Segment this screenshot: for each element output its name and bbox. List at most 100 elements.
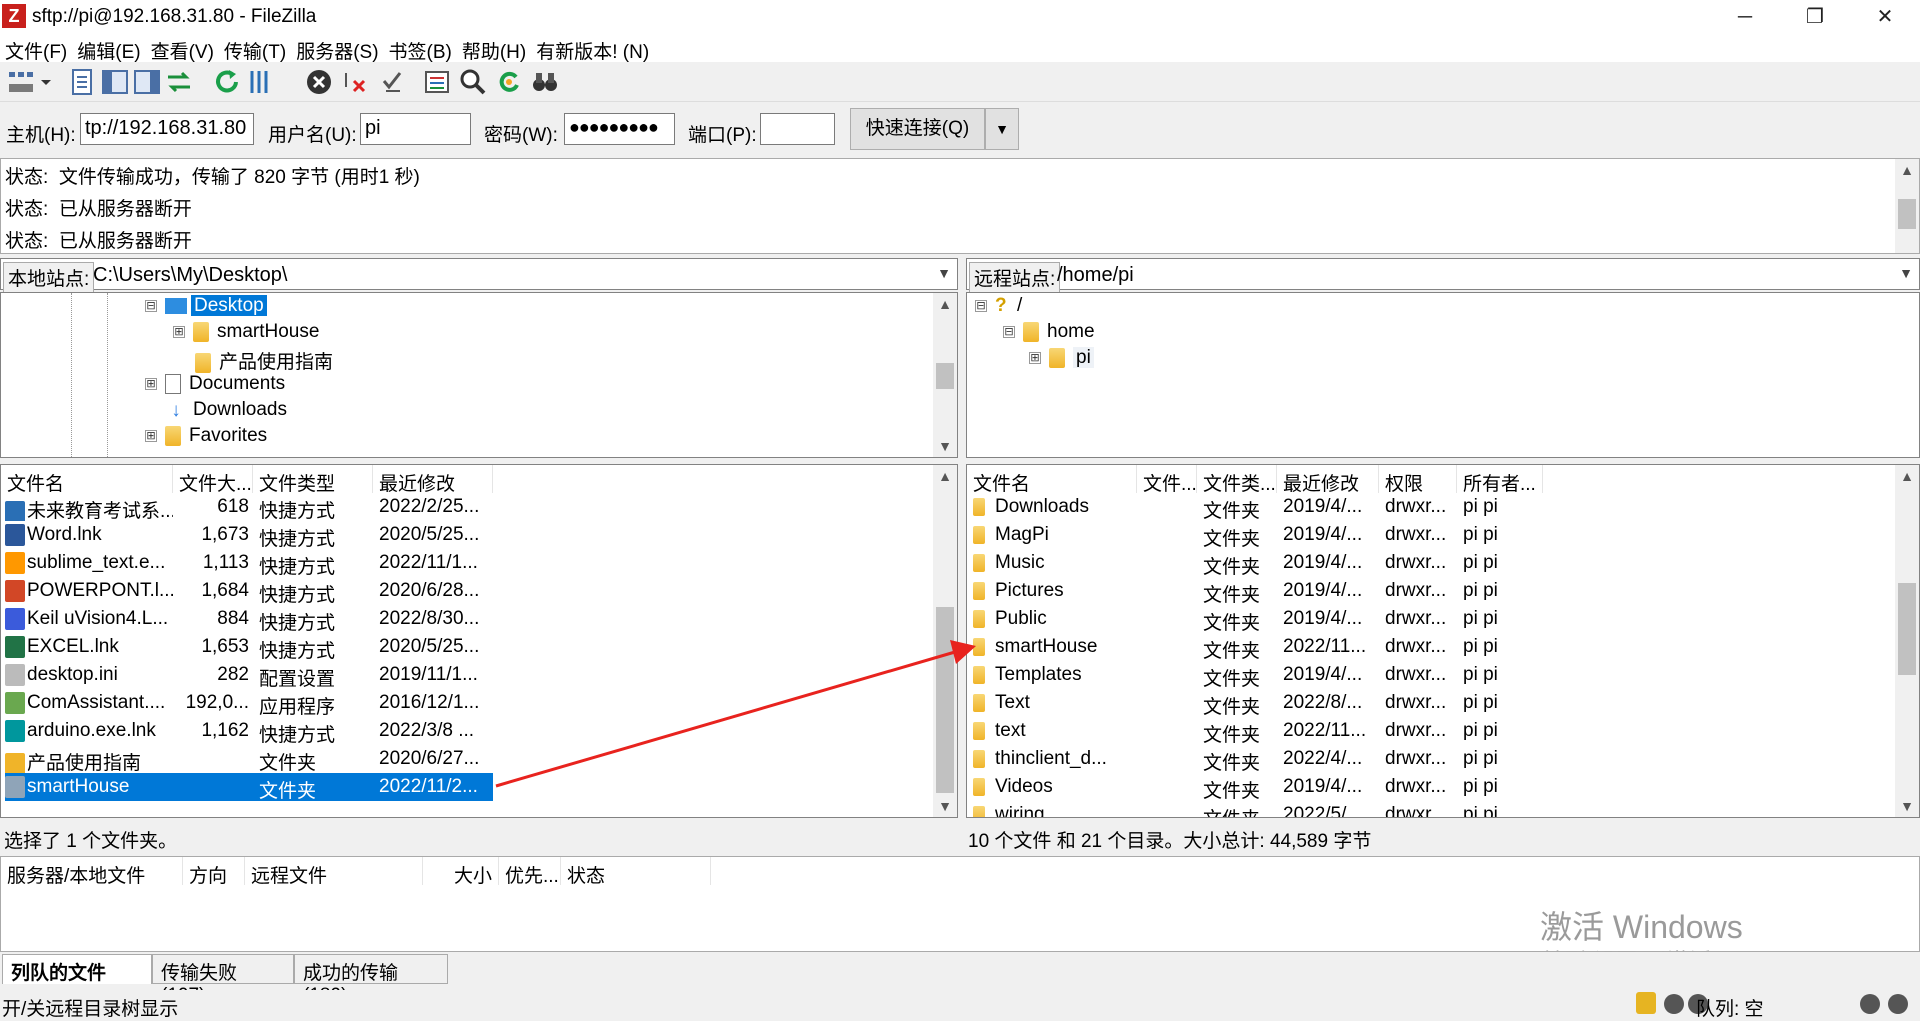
queue-column-remote[interactable]: 远程文件 <box>245 857 423 885</box>
tree-item-home[interactable]: ⊟ home <box>1003 321 1095 347</box>
quickconnect-button[interactable]: 快速连接(Q) <box>850 108 985 150</box>
expand-icon[interactable]: ⊞ <box>173 325 185 338</box>
chevron-down-icon[interactable] <box>36 67 56 97</box>
table-row[interactable]: 产品使用指南 文件夹 2020/6/27... <box>1 745 497 773</box>
table-row[interactable]: Pictures 文件夹 2019/4/... drwxr... pi pi <box>967 577 1543 606</box>
scroll-up-icon[interactable]: ▲ <box>933 465 957 487</box>
lock-icon[interactable] <box>1636 992 1656 1014</box>
table-row[interactable]: smartHouse 文件夹 2022/11... drwxr... pi pi <box>967 633 1543 662</box>
column-filename[interactable]: 文件名 <box>967 465 1137 493</box>
refresh-icon[interactable] <box>212 67 242 97</box>
column-size[interactable]: 文件大... <box>173 465 253 493</box>
queue-column-status[interactable]: 状态 <box>561 857 711 885</box>
table-row[interactable]: Word.lnk 1,673 快捷方式 2020/5/25... <box>1 521 497 549</box>
collapse-icon[interactable]: ⊟ <box>975 300 987 312</box>
queue-column-local[interactable]: 服务器/本地文件 <box>1 857 183 885</box>
scroll-up-icon[interactable]: ▲ <box>1895 465 1919 487</box>
host-input[interactable]: tp://192.168.31.80 <box>80 113 254 145</box>
queue-column-size[interactable]: 大小 <box>423 857 499 885</box>
maximize-button[interactable]: ❐ <box>1780 0 1850 34</box>
message-log-icon[interactable] <box>68 67 98 97</box>
local-tree-icon[interactable] <box>100 67 130 97</box>
expand-icon[interactable]: ⊞ <box>1029 351 1041 364</box>
column-modified[interactable]: 最近修改 <box>373 465 493 493</box>
table-row[interactable]: 未来教育考试系... 618 快捷方式 2022/2/25... <box>1 493 497 521</box>
table-row[interactable]: desktop.ini 282 配置设置 2019/11/1... <box>1 661 497 689</box>
table-row[interactable]: text 文件夹 2022/11... drwxr... pi pi <box>967 717 1543 746</box>
scroll-up-icon[interactable]: ▲ <box>1895 159 1919 181</box>
column-modified[interactable]: 最近修改 <box>1277 465 1379 493</box>
sync-browse-icon[interactable] <box>494 67 524 97</box>
close-button[interactable]: ✕ <box>1850 0 1920 34</box>
minimize-button[interactable]: ─ <box>1710 0 1780 34</box>
table-row[interactable]: Music 文件夹 2019/4/... drwxr... pi pi <box>967 549 1543 578</box>
tree-item-product-guide[interactable]: 产品使用指南 <box>195 347 333 373</box>
table-row[interactable]: smartHouse 文件夹 2022/11/2... <box>1 773 497 801</box>
scroll-down-icon[interactable]: ▼ <box>933 435 957 457</box>
column-owner[interactable]: 所有者... <box>1457 465 1543 493</box>
column-permissions[interactable]: 权限 <box>1379 465 1457 493</box>
table-row[interactable]: Text 文件夹 2022/8/... drwxr... pi pi <box>967 689 1543 718</box>
column-type[interactable]: 文件类... <box>1197 465 1277 493</box>
column-size[interactable]: 文件... <box>1137 465 1197 493</box>
scroll-up-icon[interactable]: ▲ <box>933 293 957 315</box>
local-list-scrollbar[interactable]: ▲ ▼ <box>933 465 957 817</box>
collapse-icon[interactable]: ⊟ <box>1003 325 1015 338</box>
search-icon[interactable] <box>458 67 488 97</box>
binoculars-icon[interactable] <box>530 67 560 97</box>
scroll-thumb[interactable] <box>1898 199 1916 229</box>
column-filename[interactable]: 文件名 <box>1 465 173 493</box>
remote-list-scrollbar[interactable]: ▲ ▼ <box>1895 465 1919 817</box>
site-manager-icon[interactable] <box>6 67 36 97</box>
collapse-icon[interactable]: ⊟ <box>145 299 157 312</box>
cancel-icon[interactable] <box>304 67 334 97</box>
tab-failed-transfers[interactable]: 传输失败 (107) <box>152 954 294 1006</box>
table-row[interactable]: thinclient_d... 文件夹 2022/4/... drwxr... pi p… <box>967 745 1543 774</box>
table-row[interactable]: sublime_text.e... 1,113 快捷方式 2022/11/1... <box>1 549 497 577</box>
tree-item-smarthouse[interactable]: ⊞ smartHouse <box>173 321 319 347</box>
remote-site-path[interactable]: /home/pi <box>1057 264 1134 287</box>
quickconnect-dropdown-button[interactable]: ▼ <box>985 108 1019 150</box>
table-row[interactable]: Videos 文件夹 2019/4/... drwxr... pi pi <box>967 773 1543 802</box>
table-row[interactable]: wiring 文件夹 2022/5/... drwxr... pi pi <box>967 801 1543 817</box>
remote-tree-icon[interactable] <box>132 67 162 97</box>
tab-successful-transfers[interactable]: 成功的传输 (189) <box>294 954 448 1006</box>
scroll-thumb[interactable] <box>1898 583 1916 675</box>
scroll-down-icon[interactable]: ▼ <box>933 795 957 817</box>
table-row[interactable]: POWERPONT.l... 1,684 快捷方式 2020/6/28... <box>1 577 497 605</box>
table-row[interactable]: MagPi 文件夹 2019/4/... drwxr... pi pi <box>967 521 1543 550</box>
local-site-path[interactable]: C:\Users\My\Desktop\ <box>93 264 287 287</box>
expand-icon[interactable]: ⊞ <box>145 377 157 390</box>
expand-icon[interactable]: ⊞ <box>145 429 157 442</box>
tab-queued-files[interactable]: 列队的文件 <box>2 954 152 984</box>
tree-item-documents[interactable]: ⊞ Documents <box>145 373 285 399</box>
table-row[interactable]: arduino.exe.lnk 1,162 快捷方式 2022/3/8 ... <box>1 717 497 745</box>
filter-icon[interactable] <box>244 67 274 97</box>
table-row[interactable]: Templates 文件夹 2019/4/... drwxr... pi pi <box>967 661 1543 690</box>
scroll-down-icon[interactable]: ▼ <box>1895 795 1919 817</box>
table-row[interactable]: Keil uVision4.L... 884 快捷方式 2022/8/30... <box>1 605 497 633</box>
transfer-queue-icon[interactable] <box>164 67 194 97</box>
reconnect-icon[interactable] <box>376 67 406 97</box>
log-scrollbar[interactable]: ▲ <box>1895 159 1919 253</box>
local-tree-scrollbar[interactable]: ▲ ▼ <box>933 293 957 457</box>
tree-item-pi[interactable]: ⊞ pi <box>1029 347 1094 373</box>
queue-column-priority[interactable]: 优先... <box>499 857 561 885</box>
tree-item-root[interactable]: ⊟? / <box>975 295 1022 321</box>
scroll-thumb[interactable] <box>936 363 954 389</box>
table-row[interactable]: EXCEL.lnk 1,653 快捷方式 2020/5/25... <box>1 633 497 661</box>
tree-item-downloads[interactable]: ↓ Downloads <box>167 399 287 425</box>
chevron-down-icon[interactable]: ▼ <box>937 265 951 281</box>
table-row[interactable]: Public 文件夹 2019/4/... drwxr... pi pi <box>967 605 1543 634</box>
tree-item-desktop[interactable]: ⊟ Desktop <box>145 295 267 321</box>
disconnect-icon[interactable] <box>340 67 370 97</box>
directory-listing-filter-icon[interactable] <box>422 67 452 97</box>
username-input[interactable]: pi <box>360 113 471 145</box>
table-row[interactable]: Downloads 文件夹 2019/4/... drwxr... pi pi <box>967 493 1543 522</box>
scroll-thumb[interactable] <box>936 607 954 793</box>
port-input[interactable] <box>760 113 835 145</box>
chevron-down-icon[interactable]: ▼ <box>1899 265 1913 281</box>
table-row[interactable]: ComAssistant.... 192,0... 应用程序 2016/12/1... <box>1 689 497 717</box>
password-input[interactable]: ●●●●●●●●● <box>564 113 675 145</box>
column-type[interactable]: 文件类型 <box>253 465 373 493</box>
